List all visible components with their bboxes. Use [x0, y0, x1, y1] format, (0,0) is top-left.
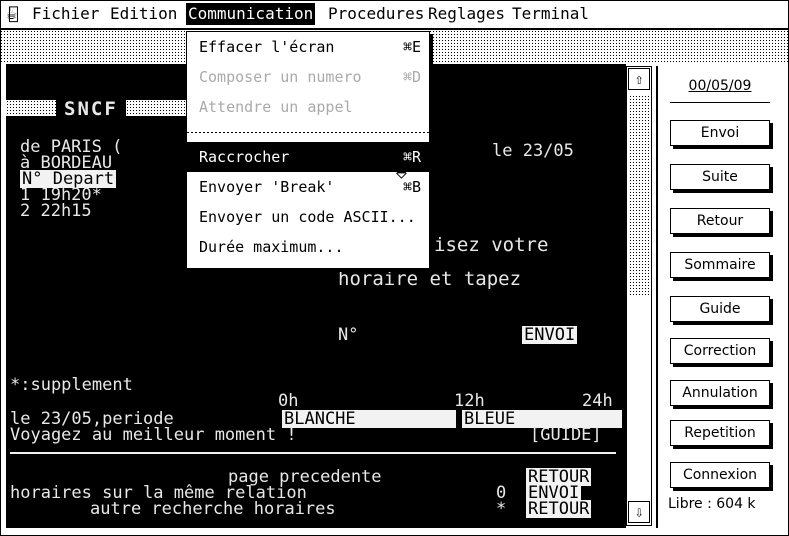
retour-button[interactable]: Retour [670, 208, 770, 234]
annulation-button[interactable]: Annulation [670, 380, 770, 406]
vertical-scrollbar[interactable]: ⇧ ⇩ [626, 66, 652, 526]
suite-button[interactable]: Suite [670, 164, 770, 190]
supplement-note: *:supplement [10, 375, 133, 395]
menu-item-label: Composer un numero [199, 68, 362, 86]
side-panel: 00/05/09 Envoi Suite Retour Sommaire Gui… [656, 66, 784, 528]
hour-12: 12h [454, 391, 485, 411]
guide-button[interactable]: Guide [670, 296, 770, 322]
hour-24: 24h [582, 391, 613, 411]
menu-item-label: Raccrocher [199, 148, 290, 166]
guide-key: [GUIDE] [530, 425, 602, 445]
communication-menu: Effacer l'écran ⌘E Composer un numero ⌘D… [186, 31, 430, 269]
menu-communication[interactable]: Communication [186, 3, 316, 25]
other-search-label: autre recherche horaires [90, 499, 336, 519]
sommaire-button[interactable]: Sommaire [670, 252, 770, 278]
menu-item-label: Effacer l'écran [199, 38, 335, 56]
menu-item-ascii[interactable]: Envoyer un code ASCII... [187, 202, 429, 232]
envoi-button[interactable]: Envoi [670, 120, 770, 146]
prompt-line-1: isez votre [434, 234, 549, 256]
menu-item-label: Envoyer un code ASCII... [199, 208, 416, 226]
menu-procedures[interactable]: Procedures [326, 3, 426, 25]
menu-item-effacer[interactable]: Effacer l'écran ⌘E [187, 32, 429, 62]
free-memory-label: Libre : 604 k [668, 496, 756, 512]
menu-item-raccrocher[interactable]: Raccrocher ⌘R [187, 142, 429, 172]
hour-0: 0h [278, 391, 299, 411]
retour-key-2[interactable]: RETOUR [526, 500, 592, 518]
panel-date-underline [670, 102, 770, 103]
mouse-pointer-icon: ⬘ [396, 162, 407, 183]
sncf-banner-right [126, 100, 186, 116]
menu-item-duree[interactable]: Durée maximum... [187, 232, 429, 262]
menu-item-composer[interactable]: Composer un numero ⌘D [187, 62, 429, 92]
scroll-track[interactable] [629, 95, 649, 295]
scroll-down-arrow-icon[interactable]: ⇩ [628, 501, 650, 523]
period-blanche: BLANCHE [282, 410, 456, 428]
menu-item-label: Attendre un appel [199, 98, 353, 116]
connexion-button[interactable]: Connexion [670, 462, 770, 488]
menu-edition[interactable]: Edition [108, 3, 179, 25]
other-search-symbol: * [496, 499, 507, 519]
shortcut-label: ⌘D [402, 68, 421, 86]
terminal-separator [10, 452, 616, 454]
repetition-button[interactable]: Repetition [670, 420, 770, 446]
menu-item-break[interactable]: Envoyer 'Break' ⌘B [187, 172, 429, 202]
scroll-up-arrow-icon[interactable]: ⇧ [628, 68, 650, 90]
menu-item-attendre[interactable]: Attendre un appel [187, 92, 429, 122]
menu-reglages[interactable]: Reglages [426, 3, 507, 25]
sncf-logo: SNCF [64, 98, 118, 120]
travel-date: le 23/05 [492, 141, 574, 161]
menu-item-label: Envoyer 'Break' [199, 178, 335, 196]
envoi-field[interactable]: ENVOI [522, 326, 578, 344]
menu-item-label: Durée maximum... [199, 238, 344, 256]
departure-row-2: 2 22h15 [20, 201, 92, 221]
menu-terminal[interactable]: Terminal [510, 3, 591, 25]
shortcut-label: ⌘E [402, 38, 421, 56]
correction-button[interactable]: Correction [670, 338, 770, 364]
apple-menu-glyph[interactable]: ☕ [6, 3, 17, 25]
menu-bar:  ☕ Fichier Edition Communication Proced… [0, 0, 789, 30]
menu-fichier[interactable]: Fichier [30, 3, 101, 25]
prompt-line-2: horaire et tapez [338, 268, 522, 290]
panel-date: 00/05/09 [688, 78, 752, 94]
sncf-banner-left [6, 100, 56, 116]
number-label: N° [338, 325, 359, 345]
advice-line: Voyagez au meilleur moment ! [10, 425, 297, 445]
menu-separator [187, 132, 429, 133]
